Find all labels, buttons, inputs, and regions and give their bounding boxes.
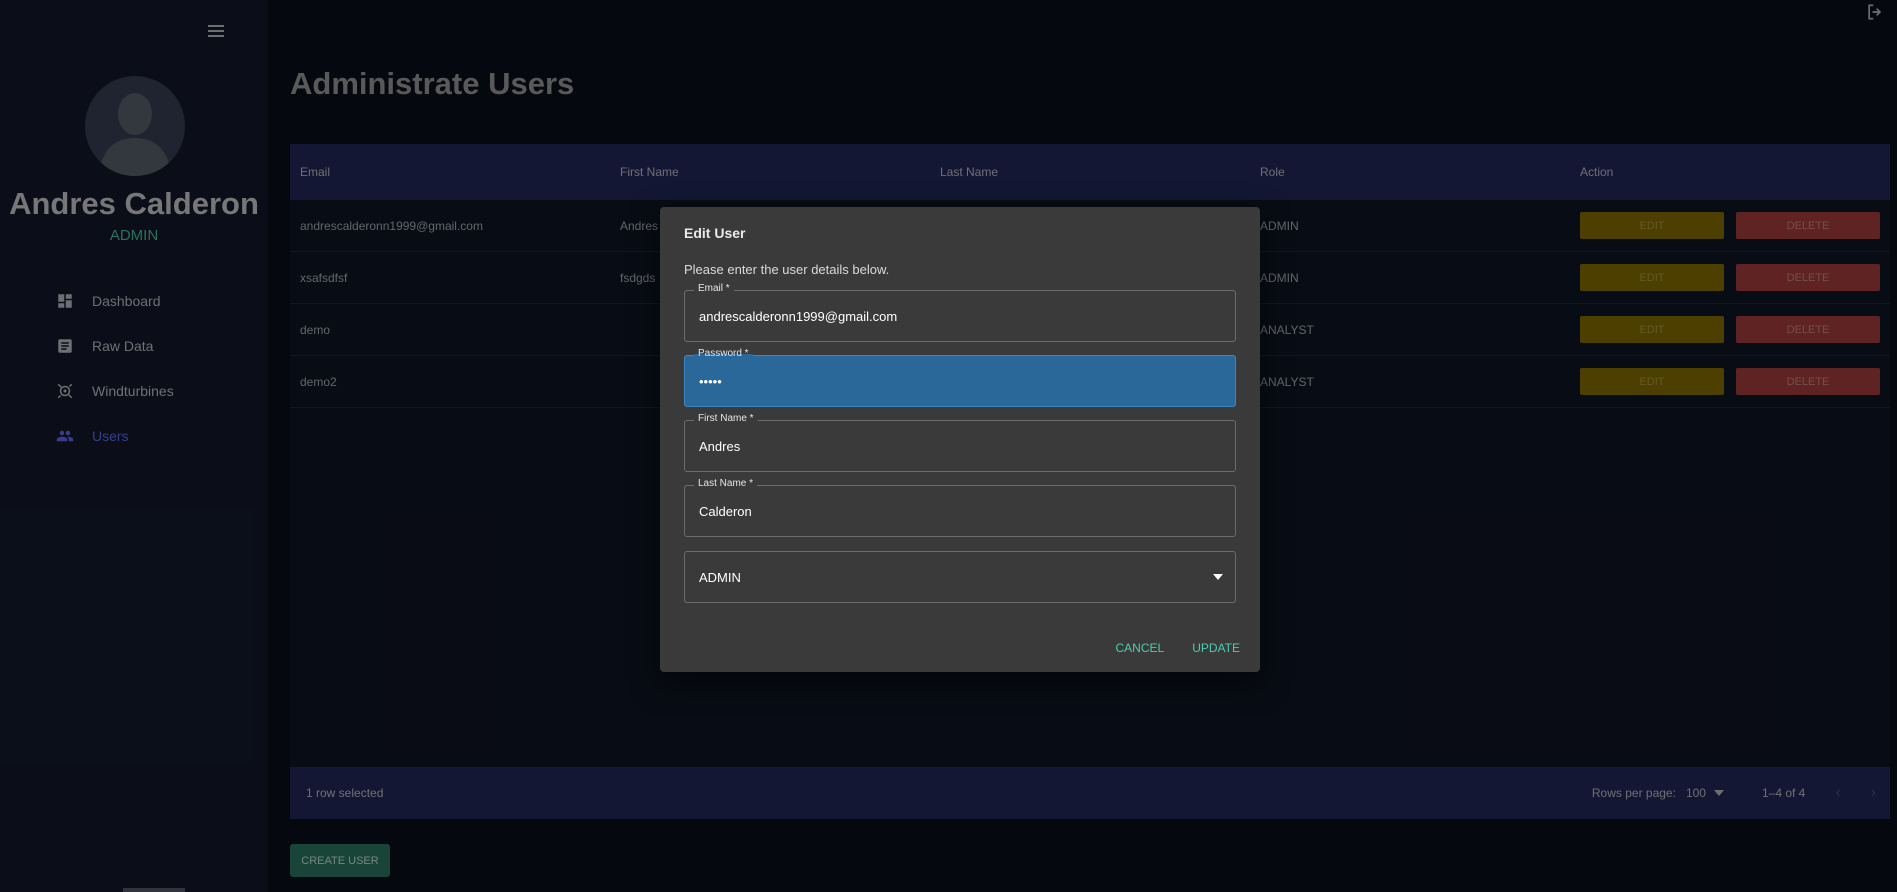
dialog-description: Please enter the user details below.: [684, 262, 890, 277]
caret-down-icon: [1213, 574, 1223, 580]
dialog-title: Edit User: [684, 225, 746, 241]
password-input[interactable]: [699, 356, 1219, 406]
email-field: Email *: [684, 283, 1236, 342]
dialog-actions: CANCEL UPDATE: [1116, 641, 1240, 655]
last-name-field: Last Name *: [684, 478, 1236, 537]
edit-user-dialog: Edit User Please enter the user details …: [660, 207, 1260, 672]
email-input[interactable]: [699, 291, 1219, 341]
last-name-input[interactable]: [699, 486, 1219, 536]
role-select[interactable]: ADMIN: [684, 551, 1236, 603]
role-select-value: ADMIN: [699, 570, 741, 585]
update-button[interactable]: UPDATE: [1192, 641, 1240, 655]
password-field: Password *: [684, 348, 1236, 407]
first-name-input[interactable]: [699, 421, 1219, 471]
cancel-button[interactable]: CANCEL: [1116, 641, 1165, 655]
first-name-field: First Name *: [684, 413, 1236, 472]
